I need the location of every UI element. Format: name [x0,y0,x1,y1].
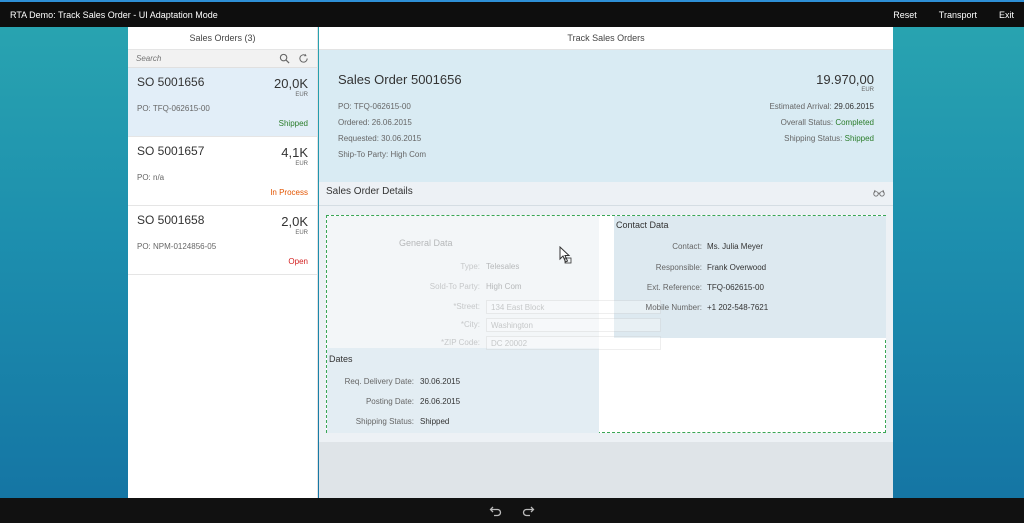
field-value: Ms. Julia Meyer [707,242,764,251]
exit-button[interactable]: Exit [999,10,1014,20]
section-title: Sales Order Details [326,186,413,197]
field-label: Contact: [672,242,702,251]
field-value: TFQ-062615-00 [707,283,764,292]
order-po: PO: TFQ-062615-00 [137,104,210,113]
detail-header: Track Sales Orders [319,27,893,50]
master-header: Sales Orders (3) [128,27,317,50]
contact-data-title: Contact Data [616,220,669,230]
status-badge: In Process [270,188,308,197]
status-badge: Open [288,257,308,266]
field-label: Sold-To Party: [429,282,480,291]
overall-status: Overall Status: Completed [781,118,874,127]
object-attribute-requested: Requested: 30.06.2015 [338,134,422,143]
estimated-arrival-label: Estimated Arrival: [769,102,832,111]
object-header: Sales Order 5001656 19.970,00 EUR PO: TF… [319,50,893,182]
order-amount: 4,1K [281,145,308,160]
undo-icon[interactable] [489,504,503,518]
list-item[interactable]: SO 5001657 4,1K EUR PO: n/a In Process [128,137,317,206]
overall-status-label: Overall Status: [780,118,834,127]
overall-status-value: Completed [835,118,874,127]
search-input[interactable] [136,54,271,63]
object-title: Sales Order 5001656 [338,72,462,87]
field-value: Telesales [486,262,520,271]
object-currency: EUR [861,87,874,93]
field-label: *City: [460,320,480,329]
detail-page: Track Sales Orders Sales Order 5001656 1… [319,27,893,498]
master-list: Sales Orders (3) SO 5001656 20,0K EUR PO… [128,27,318,498]
detail-footer-area [319,442,893,498]
shipping-status-value: Shipped [844,134,874,143]
field-label: *ZIP Code: [441,338,480,347]
zip-input[interactable]: DC 20002 [486,336,661,350]
order-currency: EUR [295,230,308,236]
form-dropzone[interactable]: General Data Type: Telesales Sold-To Par… [326,215,886,433]
field-label: Type: [460,262,480,271]
transport-button[interactable]: Transport [939,10,977,20]
city-input[interactable]: Washington [486,318,661,332]
object-attribute-po: PO: TFQ-062615-00 [338,102,411,111]
field-label: Req. Delivery Date: [344,377,414,386]
general-data-title: General Data [399,238,453,248]
order-po: PO: NPM-0124856-05 [137,242,217,251]
order-amount: 2,0K [281,214,308,229]
bottom-toolbar [0,498,1024,523]
search-bar [128,50,317,68]
app-title: RTA Demo: Track Sales Order - UI Adaptat… [10,9,218,20]
order-po: PO: n/a [137,173,165,182]
shipping-status-label: Shipping Status: [784,134,843,143]
shipping-status: Shipping Status: Shipped [784,134,874,143]
field-value: +1 202-548-7621 [707,303,769,312]
move-cursor-icon [559,246,572,264]
estimated-arrival-value: 29.06.2015 [833,102,874,111]
field-label: Responsible: [655,263,702,272]
list-item[interactable]: SO 5001656 20,0K EUR PO: TFQ-062615-00 S… [128,68,317,137]
order-number: SO 5001658 [137,213,205,227]
order-amount: 20,0K [274,76,308,91]
field-value: Shipped [420,417,450,426]
dates-title: Dates [329,354,353,364]
order-number: SO 5001657 [137,144,205,158]
search-icon[interactable] [279,53,290,64]
field-label: Mobile Number: [645,303,702,312]
field-label: Posting Date: [365,397,414,406]
order-currency: EUR [295,92,308,98]
refresh-icon[interactable] [298,53,309,64]
object-attribute-ordered: Ordered: 26.06.2015 [338,118,412,127]
field-label: Shipping Status: [355,417,414,426]
list-item[interactable]: SO 5001658 2,0K EUR PO: NPM-0124856-05 O… [128,206,317,275]
shell-bar: RTA Demo: Track Sales Order - UI Adaptat… [0,0,1024,27]
section-divider [319,205,893,206]
estimated-arrival: Estimated Arrival: 29.06.2015 [769,102,874,111]
glasses-icon[interactable] [873,188,885,198]
shell-actions: Reset Transport Exit [871,10,1014,20]
field-value: Frank Overwood [707,263,767,272]
status-badge: Shipped [278,119,308,128]
order-currency: EUR [295,161,308,167]
field-value: 30.06.2015 [420,377,461,386]
order-number: SO 5001656 [137,75,205,89]
redo-icon[interactable] [521,504,535,518]
object-attribute-ship-to: Ship-To Party: High Com [338,150,427,159]
field-label: *Street: [453,302,480,311]
field-value: 26.06.2015 [420,397,461,406]
reset-button[interactable]: Reset [893,10,917,20]
object-amount: 19.970,00 [816,72,874,87]
field-value: High Com [486,282,522,291]
field-label: Ext. Reference: [646,283,702,292]
